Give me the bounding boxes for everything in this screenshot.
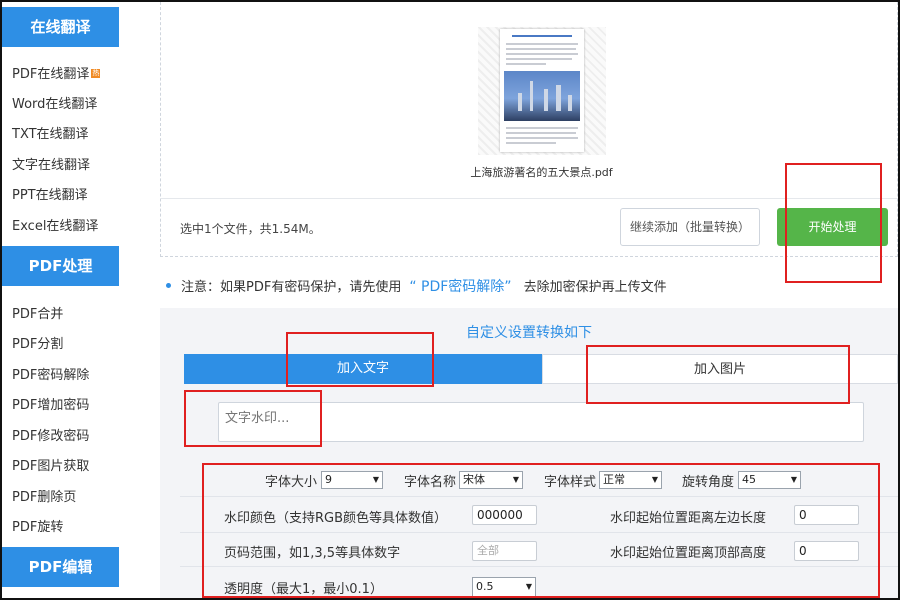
sidebar-header-pdf-process: PDF处理 bbox=[2, 246, 119, 286]
sidebar-item-pdf-translate[interactable]: PDF在线翻译热 bbox=[12, 63, 101, 82]
password-notice: 注意：如果PDF有密码保护，请先使用 “ PDF密码解除” 去除加密保护再上传文件 bbox=[166, 276, 667, 296]
hot-badge-icon: 热 bbox=[91, 69, 101, 78]
tab-add-text[interactable]: 加入文字 bbox=[184, 354, 542, 384]
watermark-params: 字体大小 9 ▼ 字体名称 宋体 ▼ 字体样式 正常 ▼ 旋转角度 45 ▼ 水印颜色（… bbox=[180, 462, 898, 600]
font-name-value: 宋体 bbox=[463, 473, 485, 486]
file-summary: 选中1个文件，共1.54M。 bbox=[180, 222, 321, 236]
dropdown-arrow-icon: ▼ bbox=[512, 475, 519, 484]
color-input[interactable]: 000000 bbox=[472, 505, 537, 525]
dropdown-arrow-icon: ▼ bbox=[651, 475, 658, 484]
rotation-label: 旋转角度 bbox=[682, 475, 735, 490]
font-style-label: 字体样式 bbox=[544, 475, 597, 490]
font-size-label: 字体大小 bbox=[265, 475, 318, 490]
dropdown-arrow-icon: ▼ bbox=[790, 475, 797, 484]
bullet-icon bbox=[166, 283, 171, 288]
sidebar-item-excel-translate[interactable]: Excel在线翻译 bbox=[12, 215, 98, 234]
sidebar-item-pdf-add-password[interactable]: PDF增加密码 bbox=[12, 394, 89, 413]
font-name-select[interactable]: 宋体 ▼ bbox=[459, 471, 523, 489]
params-row-font: 字体大小 9 ▼ 字体名称 宋体 ▼ 字体样式 正常 ▼ 旋转角度 45 ▼ bbox=[180, 462, 898, 496]
page-range-label: 页码范围，如1,3,5等具体数字 bbox=[224, 546, 401, 561]
font-name-label: 字体名称 bbox=[404, 475, 457, 490]
sidebar-header-online-translate: 在线翻译 bbox=[2, 7, 119, 47]
pdf-unlock-link[interactable]: “ PDF密码解除” bbox=[409, 279, 511, 295]
rotation-select[interactable]: 45 ▼ bbox=[738, 471, 801, 489]
params-row-opacity: 透明度（最大1，最小0.1） 0.5 ▼ bbox=[180, 566, 898, 601]
tab-add-image[interactable]: 加入图片 bbox=[542, 354, 898, 384]
rotation-value: 45 bbox=[742, 473, 756, 486]
top-offset-input[interactable]: 0 bbox=[794, 541, 859, 561]
sidebar-item-pdf-delete-pages[interactable]: PDF删除页 bbox=[12, 486, 76, 505]
opacity-select[interactable]: 0.5 ▼ bbox=[472, 577, 536, 597]
skyline-photo bbox=[504, 71, 580, 121]
notice-prefix: 注意：如果PDF有密码保护，请先使用 bbox=[181, 280, 402, 295]
sidebar-header-pdf-edit: PDF编辑 bbox=[2, 547, 119, 587]
divider bbox=[160, 198, 898, 199]
notice-suffix: 去除加密保护再上传文件 bbox=[523, 280, 667, 295]
left-offset-input[interactable]: 0 bbox=[794, 505, 859, 525]
sidebar-item-text-translate[interactable]: 文字在线翻译 bbox=[12, 154, 90, 173]
sidebar-item-pdf-rotate[interactable]: PDF旋转 bbox=[12, 516, 63, 535]
sidebar-item-word-translate[interactable]: Word在线翻译 bbox=[12, 93, 97, 112]
left-offset-label: 水印起始位置距离左边长度 bbox=[610, 511, 767, 526]
pdf-thumbnail[interactable] bbox=[478, 27, 606, 155]
file-name: 上海旅游著名的五大景点.pdf bbox=[470, 166, 613, 179]
sidebar: 在线翻译 PDF在线翻译热 Word在线翻译 TXT在线翻译 文字在线翻译 PP… bbox=[2, 2, 119, 598]
dropdown-arrow-icon: ▼ bbox=[372, 475, 379, 484]
params-row-page: 页码范围，如1,3,5等具体数字 全部 水印起始位置距离顶部高度 0 bbox=[180, 532, 898, 567]
sidebar-item-pdf-change-password[interactable]: PDF修改密码 bbox=[12, 425, 89, 444]
settings-panel: 自定义设置转换如下 加入文字 加入图片 字体大小 9▼ 字体名称 宋体▼ 字体样… bbox=[160, 308, 898, 600]
sidebar-item-ppt-translate[interactable]: PPT在线翻译 bbox=[12, 184, 88, 203]
font-style-select[interactable]: 正常 ▼ bbox=[599, 471, 662, 489]
page-range-input[interactable]: 全部 bbox=[472, 541, 537, 561]
dropdown-arrow-icon: ▼ bbox=[525, 582, 532, 591]
top-offset-label: 水印起始位置距离顶部高度 bbox=[610, 546, 767, 561]
sidebar-item-label: PDF在线翻译 bbox=[12, 67, 90, 82]
font-size-value: 9 bbox=[325, 473, 332, 486]
opacity-label: 透明度（最大1，最小0.1） bbox=[224, 582, 383, 597]
start-processing-button[interactable]: 开始处理 bbox=[777, 208, 888, 246]
sidebar-item-pdf-unlock[interactable]: PDF密码解除 bbox=[12, 364, 89, 383]
sidebar-item-pdf-split[interactable]: PDF分割 bbox=[12, 333, 63, 352]
font-style-value: 正常 bbox=[603, 473, 625, 486]
params-row-color: 水印颜色（支持RGB颜色等具体数值） 000000 水印起始位置距离左边长度 0 bbox=[180, 496, 898, 531]
sidebar-item-txt-translate[interactable]: TXT在线翻译 bbox=[12, 123, 89, 142]
continue-add-button[interactable]: 继续添加（批量转换） bbox=[620, 208, 760, 246]
pdf-page-preview bbox=[500, 29, 584, 152]
font-size-select[interactable]: 9 ▼ bbox=[321, 471, 383, 489]
opacity-value: 0.5 bbox=[476, 580, 494, 593]
sidebar-item-pdf-merge[interactable]: PDF合并 bbox=[12, 303, 63, 322]
settings-title: 自定义设置转换如下 bbox=[466, 325, 592, 341]
color-label: 水印颜色（支持RGB颜色等具体数值） bbox=[224, 511, 448, 526]
sidebar-item-pdf-extract-images[interactable]: PDF图片获取 bbox=[12, 455, 89, 474]
watermark-text-input[interactable] bbox=[218, 402, 864, 442]
